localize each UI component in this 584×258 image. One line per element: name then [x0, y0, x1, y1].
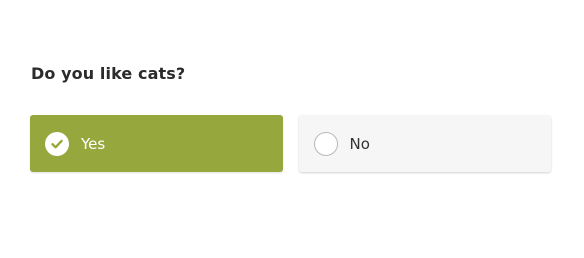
check-circle-icon	[45, 131, 69, 156]
question-title: Do you like cats?	[31, 64, 186, 83]
option-no[interactable]: No	[298, 115, 551, 172]
option-no-label: No	[349, 134, 370, 153]
radio-empty-icon	[313, 131, 338, 156]
option-yes-label: Yes	[81, 134, 106, 153]
option-yes[interactable]: Yes	[30, 115, 283, 172]
answer-options: Yes No	[30, 115, 551, 172]
